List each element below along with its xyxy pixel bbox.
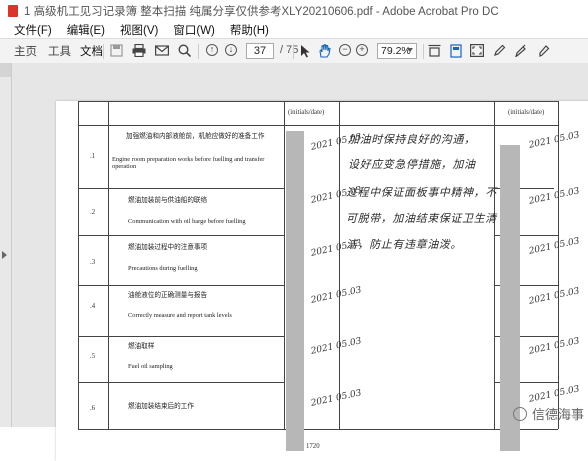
pdf-page: (initials/date) (initials/date) .1 加强燃油和… xyxy=(56,101,588,461)
window-title: 1 高级机工见习记录簿 整本扫描 纯属分享仅供参考XLY20210606.pdf… xyxy=(24,6,499,18)
signature-date: 2021 05.03 xyxy=(310,336,363,357)
signature-date: 2021 05.03 xyxy=(528,130,581,151)
handwritten-note-line: 设好应变急停措施，加油 xyxy=(348,158,476,171)
full-screen-icon[interactable] xyxy=(470,44,484,57)
tab-home[interactable]: 主页 xyxy=(14,43,37,59)
row-zh-text: 燃油加装结束后的工作 xyxy=(128,403,194,410)
row-en-text: Precautions during fuelling xyxy=(128,265,198,272)
toolbar: 主页 工具 文档 ↑ ↓ 37 / 75 − + 79.2% xyxy=(0,38,588,64)
hand-tool-icon[interactable] xyxy=(318,44,331,58)
table-line xyxy=(284,101,285,429)
signature-date: 2021 05.03 xyxy=(528,286,581,307)
signature-date: 2021 05.03 xyxy=(310,285,363,306)
document-viewer[interactable]: (initials/date) (initials/date) .1 加强燃油和… xyxy=(12,63,588,461)
scroll-mode-icon[interactable] xyxy=(450,44,462,58)
signature-date: 2021 05.03 xyxy=(310,388,363,409)
wechat-logo-icon xyxy=(512,406,527,421)
sign-icon[interactable] xyxy=(538,44,550,57)
signature-date: 2021 05.03 xyxy=(528,384,581,405)
menu-file[interactable]: 文件(F) xyxy=(14,22,52,38)
menu-help[interactable]: 帮助(H) xyxy=(230,22,269,38)
row-number: .5 xyxy=(90,353,96,360)
column-header: (initials/date) xyxy=(508,109,545,116)
table-line xyxy=(78,101,558,102)
watermark: 信德海事 xyxy=(512,404,584,423)
next-page-icon[interactable]: ↓ xyxy=(225,44,237,56)
row-number: .1 xyxy=(90,153,96,160)
watermark-text: 信德海事 xyxy=(531,407,584,422)
highlight-icon[interactable] xyxy=(515,44,528,57)
menu-view[interactable]: 视图(V) xyxy=(120,22,158,38)
handwritten-note-line: 洁，防止有违章油泼。 xyxy=(346,238,462,251)
handwritten-note-line: 过程中保证面板事中精神，不 xyxy=(346,186,497,199)
row-number: .3 xyxy=(90,259,96,266)
row-zh-text: 油舱液位的正确测量与报告 xyxy=(128,292,208,299)
menu-window[interactable]: 窗口(W) xyxy=(173,22,215,38)
tab-document[interactable]: 文档 xyxy=(80,43,103,59)
row-zh-text: 燃油取样 xyxy=(128,343,155,350)
panel-fold[interactable] xyxy=(0,63,11,77)
toolbar-divider xyxy=(198,44,199,59)
previous-page-icon[interactable]: ↑ xyxy=(206,44,218,56)
search-icon[interactable] xyxy=(178,44,191,57)
tab-tools[interactable]: 工具 xyxy=(48,43,71,59)
row-zh-text: 加强燃油和内部液舱前，机舱应做好的准备工作 xyxy=(126,133,265,140)
row-en-text: Fuel oil sampling xyxy=(128,363,173,370)
menu-edit[interactable]: 编辑(E) xyxy=(67,22,105,38)
chevron-down-icon[interactable] xyxy=(407,48,413,52)
toolbar-divider xyxy=(293,44,294,59)
table-line xyxy=(78,125,558,126)
expand-panel-icon[interactable] xyxy=(2,251,7,259)
menu-bar: 文件(F) 编辑(E) 视图(V) 窗口(W) 帮助(H) xyxy=(0,22,588,38)
page-total-label: / 75 xyxy=(280,44,299,56)
redaction-bar xyxy=(286,131,304,451)
page-footer-number: 1720 xyxy=(306,443,320,450)
table-line xyxy=(494,101,495,429)
table-line xyxy=(78,101,79,429)
table-line xyxy=(339,101,340,429)
signature-date: 2021 05.03 xyxy=(528,236,581,257)
zoom-in-icon[interactable]: + xyxy=(356,44,368,56)
fit-page-icon[interactable] xyxy=(428,44,441,57)
row-en-text: Engine room preparation works before fue… xyxy=(112,156,265,171)
save-icon[interactable] xyxy=(110,44,123,57)
row-number: .6 xyxy=(90,405,96,412)
signature-date: 2021 05.03 xyxy=(528,186,581,207)
handwritten-note-line: 可脱带，加油结束保证卫生清 xyxy=(346,212,497,225)
print-icon[interactable] xyxy=(132,44,146,57)
table-line xyxy=(558,101,559,429)
toolbar-divider xyxy=(423,44,424,59)
zoom-out-icon[interactable]: − xyxy=(339,44,351,56)
row-number: .2 xyxy=(90,209,96,216)
handwritten-note-line: 加油时保持良好的沟通， xyxy=(348,133,476,146)
row-number: .4 xyxy=(90,303,96,310)
title-bar: 1 高级机工见习记录簿 整本扫描 纯属分享仅供参考XLY20210606.pdf… xyxy=(0,0,588,22)
signature-date: 2021 05.03 xyxy=(528,336,581,357)
row-en-text: Communication with oil barge before fuel… xyxy=(128,218,246,225)
column-header: (initials/date) xyxy=(288,109,325,116)
row-zh-text: 燃油加装前与供油船的联络 xyxy=(128,197,208,204)
row-en-text: Correctly measure and report tank levels xyxy=(128,312,232,319)
pdf-file-icon xyxy=(8,5,18,17)
toolbar-divider xyxy=(103,44,104,59)
table-line xyxy=(78,429,558,430)
email-icon[interactable] xyxy=(155,44,169,57)
page-number-input[interactable]: 37 xyxy=(246,43,274,59)
row-zh-text: 燃油加装过程中的注意事项 xyxy=(128,244,208,251)
select-cursor-icon[interactable] xyxy=(300,44,310,58)
edit-pen-icon[interactable] xyxy=(493,44,506,57)
table-line xyxy=(108,101,109,429)
navigation-panel[interactable] xyxy=(0,63,12,427)
